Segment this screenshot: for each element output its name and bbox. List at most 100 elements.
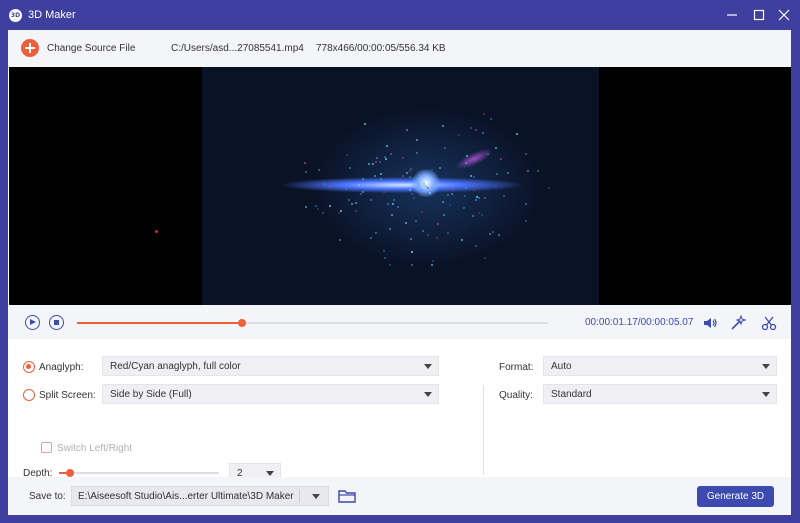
title-bar: 3D 3D Maker (0, 0, 800, 30)
video-particle (305, 171, 308, 174)
volume-button[interactable] (702, 315, 718, 331)
save-bar: Save to: E:\Aiseesoft Studio\Ais...erter… (8, 477, 791, 515)
video-particle (401, 175, 404, 178)
video-particle (428, 190, 431, 193)
cut-button[interactable] (761, 315, 777, 331)
video-particle (474, 199, 477, 202)
add-file-icon[interactable] (21, 39, 39, 57)
settings-panel: Anaglyph: Red/Cyan anaglyph, full color … (8, 339, 791, 483)
video-particle (303, 162, 306, 165)
video-particle (378, 160, 381, 163)
video-particle (328, 185, 331, 188)
save-path-select[interactable]: E:\Aiseesoft Studio\Ais...erter Ultimate… (71, 486, 329, 506)
video-particle (367, 163, 370, 165)
magic-wand-icon (731, 314, 747, 330)
video-particle (375, 157, 378, 160)
progress-track[interactable] (77, 319, 548, 327)
video-particle (317, 207, 319, 210)
maximize-button[interactable] (752, 8, 766, 22)
settings-divider (483, 385, 484, 475)
video-particle (420, 210, 423, 213)
quality-select[interactable]: Standard (543, 384, 777, 404)
video-particle (383, 155, 386, 158)
video-particle (418, 183, 420, 186)
video-particle (355, 201, 358, 204)
video-particle (362, 190, 364, 193)
volume-icon (704, 318, 717, 328)
video-particle (426, 186, 429, 189)
video-particle (449, 203, 452, 206)
anaglyph-select[interactable]: Red/Cyan anaglyph, full color (102, 356, 439, 376)
video-particle (472, 214, 474, 217)
save-path-value: E:\Aiseesoft Studio\Ais...erter Ultimate… (78, 491, 294, 502)
depth-slider-handle[interactable] (66, 469, 75, 477)
split-screen-radio[interactable] (23, 389, 35, 401)
switch-left-right-checkbox[interactable] (41, 442, 52, 453)
video-particle (405, 221, 408, 224)
close-button[interactable] (777, 8, 791, 22)
video-light-core (412, 169, 440, 197)
video-particle (379, 178, 382, 181)
video-particle (483, 113, 486, 116)
play-button[interactable] (25, 315, 40, 330)
preview-artifact-dot (155, 230, 158, 233)
video-particle (338, 238, 341, 241)
maximize-icon (753, 9, 765, 21)
format-select-value: Auto (551, 361, 572, 372)
video-particle (384, 256, 387, 259)
anaglyph-radio[interactable] (23, 361, 35, 373)
stop-button[interactable] (49, 315, 64, 330)
video-particle (305, 205, 307, 208)
video-particle (420, 189, 423, 192)
window-title: 3D Maker (28, 9, 76, 21)
video-particle (314, 205, 317, 208)
video-particle (424, 184, 427, 187)
video-preview[interactable] (9, 67, 791, 305)
video-particle (405, 128, 408, 131)
video-particle (450, 193, 453, 196)
video-particle (430, 168, 433, 171)
video-particle (515, 133, 518, 136)
chevron-down-icon (762, 364, 770, 369)
video-particle (389, 153, 392, 156)
video-particle (361, 177, 364, 180)
split-screen-select[interactable]: Side by Side (Full) (102, 384, 439, 404)
open-folder-button[interactable] (338, 489, 356, 503)
video-particle (344, 188, 347, 191)
minimize-button[interactable] (725, 8, 739, 22)
video-particle (322, 182, 325, 185)
depth-slider[interactable] (59, 469, 219, 477)
video-particle (389, 264, 392, 267)
video-particle (444, 146, 447, 149)
video-particle (495, 172, 498, 175)
video-particle (478, 196, 480, 199)
quality-label: Quality: (499, 390, 533, 401)
progress-fill (77, 322, 242, 324)
source-path: C:/Users/asd...27085541.mp4 (171, 43, 304, 54)
video-particle (363, 122, 366, 125)
progress-handle[interactable] (237, 319, 246, 327)
video-particle (412, 196, 415, 199)
video-particle (483, 197, 486, 199)
change-source-button[interactable]: Change Source File (47, 43, 135, 54)
time-readout: 00:00:01.17/00:00:05.07 (585, 317, 694, 328)
switch-left-right-label: Switch Left/Right (57, 443, 133, 454)
video-particle (460, 239, 463, 241)
video-particle (489, 232, 492, 235)
video-particle (477, 211, 480, 214)
video-particle (408, 169, 411, 172)
split-screen-select-value: Side by Side (Full) (110, 389, 192, 400)
generate-3d-button[interactable]: Generate 3D (697, 486, 774, 507)
format-select[interactable]: Auto (543, 356, 777, 376)
chevron-down-icon (424, 364, 432, 369)
video-particle (489, 118, 492, 120)
video-particle (392, 202, 395, 205)
app-logo-icon: 3D (9, 9, 22, 22)
video-frame (202, 67, 599, 305)
format-label: Format: (499, 362, 534, 373)
source-bar: Change Source File C:/Users/asd...270855… (8, 30, 791, 67)
video-particle (322, 211, 325, 214)
save-to-label: Save to: (29, 491, 66, 502)
effects-button[interactable] (730, 314, 747, 331)
video-particle (474, 245, 477, 248)
